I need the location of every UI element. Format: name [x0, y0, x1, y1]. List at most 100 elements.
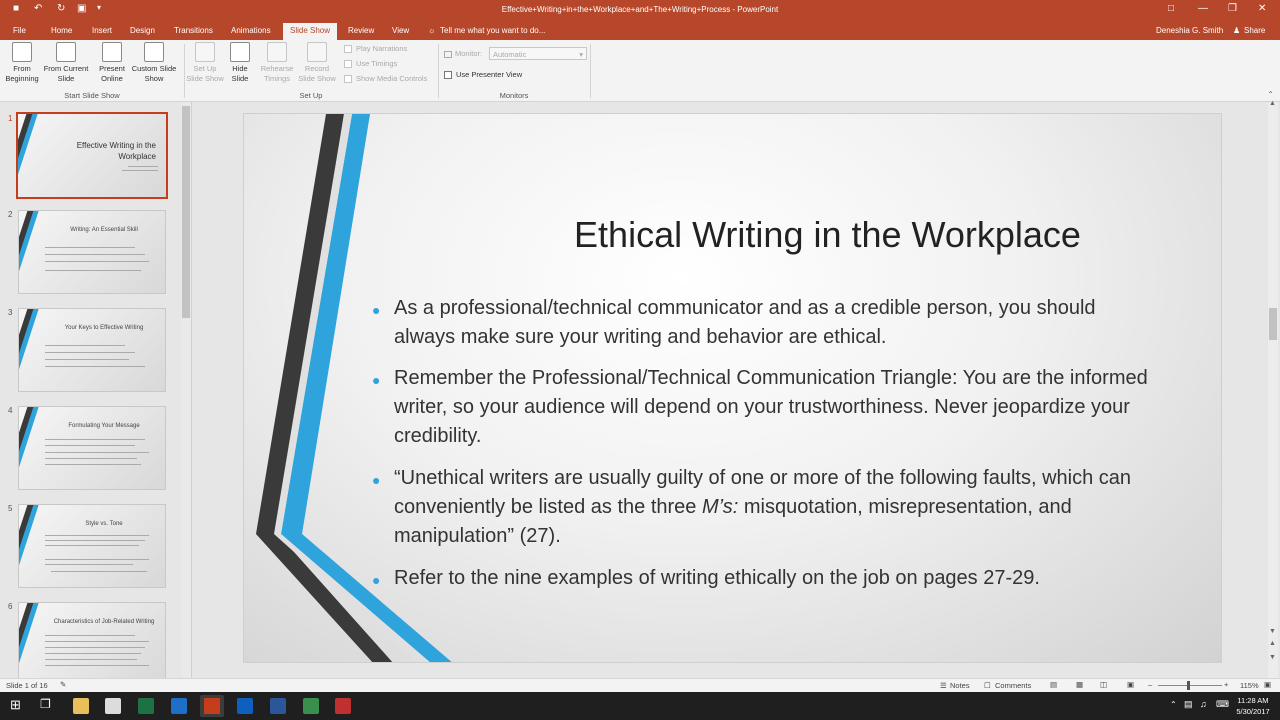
- tell-me-box[interactable]: Tell me what you want to do...: [440, 26, 545, 35]
- scroll-thumb[interactable]: [1269, 308, 1277, 340]
- group-start-slideshow-label: Start Slide Show: [64, 91, 120, 100]
- collapse-ribbon-icon[interactable]: ⌃: [1267, 90, 1274, 99]
- present-online-button[interactable]: Present Online: [95, 42, 129, 84]
- app-icon[interactable]: [303, 698, 319, 714]
- slideshow-view-icon[interactable]: ▣: [1127, 680, 1134, 689]
- show-media-label: Show Media Controls: [356, 74, 428, 83]
- keyboard-icon[interactable]: ⌨: [1216, 699, 1229, 710]
- bullet-dot-icon: ●: [372, 472, 381, 488]
- task-view-icon[interactable]: ❐: [40, 697, 51, 711]
- edge-icon[interactable]: [171, 698, 187, 714]
- thumbnail-scrollbar[interactable]: [181, 102, 191, 678]
- close-icon[interactable]: ✕: [1258, 3, 1266, 14]
- chevron-down-icon[interactable]: ▼: [1269, 628, 1276, 635]
- tray-chevron-icon[interactable]: ⌃: [1170, 700, 1177, 709]
- clock[interactable]: 11:28 AM 5/30/2017: [1232, 695, 1274, 717]
- outlook-icon[interactable]: [237, 698, 253, 714]
- show-media-checkbox[interactable]: Show Media Controls: [344, 74, 428, 84]
- thumb-text-line: [122, 170, 158, 171]
- comments-button[interactable]: Comments: [995, 681, 1031, 690]
- zoom-slider[interactable]: [1158, 685, 1222, 686]
- tab-transitions[interactable]: Transitions: [174, 26, 213, 35]
- spellcheck-icon[interactable]: ✎: [60, 680, 66, 689]
- zoom-out-button[interactable]: –: [1148, 680, 1152, 689]
- slide-thumbnail-3[interactable]: Your Keys to Effective Writing: [18, 308, 166, 392]
- thumb-text-line: [45, 653, 141, 654]
- slide-sorter-icon[interactable]: ▦: [1076, 680, 1083, 689]
- network-icon[interactable]: ▤: [1184, 699, 1193, 710]
- slide-thumbnail-2[interactable]: Writing: An Essential Skill: [18, 210, 166, 294]
- current-slide[interactable]: Ethical Writing in the Workplace ● As a p…: [243, 113, 1222, 663]
- bullet-item[interactable]: ● Refer to the nine examples of writing e…: [372, 564, 1161, 593]
- group-divider: [438, 44, 439, 98]
- scroll-thumb[interactable]: [182, 106, 190, 318]
- share-button[interactable]: Share: [1244, 26, 1265, 35]
- volume-icon[interactable]: ♫: [1200, 699, 1207, 709]
- hide-slide-button[interactable]: Hide Slide: [226, 42, 254, 84]
- zoom-level[interactable]: 115%: [1240, 681, 1259, 690]
- checkbox-box: [344, 45, 352, 54]
- slide-thumbnail-4[interactable]: Formulating Your Message: [18, 406, 166, 490]
- group-monitors-label: Monitors: [499, 91, 529, 100]
- powerpoint-taskbar-button[interactable]: [200, 695, 224, 717]
- chevron-down-icon: ▾: [579, 50, 583, 59]
- slide-thumbnail-6[interactable]: Characteristics of Job-Related Writing: [18, 602, 166, 678]
- zoom-in-button[interactable]: +: [1224, 680, 1228, 689]
- bullet-dot-icon: ●: [372, 372, 381, 388]
- play-narrations-checkbox[interactable]: Play Narrations: [344, 44, 407, 54]
- use-timings-checkbox[interactable]: Use Timings: [344, 59, 397, 69]
- slide-title[interactable]: Ethical Writing in the Workplace: [444, 214, 1211, 256]
- normal-view-icon[interactable]: ▤: [1050, 680, 1057, 689]
- tab-slide-show[interactable]: Slide Show: [283, 23, 338, 40]
- thumb-number: 1: [8, 114, 13, 123]
- group-setup-label: Set Up: [299, 91, 323, 100]
- reading-view-icon[interactable]: ◫: [1100, 680, 1107, 689]
- windows-start-icon[interactable]: ⊞: [10, 697, 21, 713]
- slide-thumbnail-1[interactable]: Effective Writing in the Workplace: [16, 112, 168, 199]
- tab-insert[interactable]: Insert: [92, 26, 112, 35]
- tab-file[interactable]: File: [13, 26, 26, 35]
- tab-review[interactable]: Review: [348, 26, 374, 35]
- tab-home[interactable]: Home: [51, 26, 72, 35]
- bullet-item[interactable]: ● As a professional/technical communicato…: [372, 294, 1161, 352]
- window-title: Effective+Writing+in+the+Workplace+and+T…: [501, 5, 779, 14]
- tab-view[interactable]: View: [392, 26, 409, 35]
- bullet-text: Refer to the nine examples of writing et…: [394, 567, 1040, 589]
- slide-thumbnail-pane[interactable]: 1 Effective Writing in the Workplace 2 W…: [0, 102, 192, 678]
- record-show-button[interactable]: Record Slide Show: [296, 42, 338, 84]
- minimize-icon[interactable]: —: [1198, 3, 1208, 14]
- thumb-text-line: [45, 270, 141, 271]
- notes-button[interactable]: Notes: [950, 681, 970, 690]
- thumb-number: 5: [8, 504, 13, 513]
- tab-animations[interactable]: Animations: [231, 26, 271, 35]
- zoom-slider-thumb[interactable]: [1187, 681, 1190, 690]
- previous-slide-icon[interactable]: ▲: [1269, 640, 1276, 647]
- from-current-button[interactable]: From Current Slide: [42, 42, 90, 84]
- chevron-up-icon[interactable]: ▲: [1269, 100, 1276, 107]
- use-presenter-checkbox[interactable]: Use Presenter View: [444, 70, 522, 80]
- ribbon: From Beginning From Current Slide Presen…: [0, 40, 1280, 102]
- recorder-icon[interactable]: [335, 698, 351, 714]
- slide-scrollbar[interactable]: ▲ ▼ ▲ ▼: [1268, 100, 1278, 678]
- word-icon[interactable]: [270, 698, 286, 714]
- file-explorer-icon[interactable]: [73, 698, 89, 714]
- thumb-text-line: [45, 635, 135, 636]
- user-name[interactable]: Deneshia G. Smith: [1156, 26, 1223, 35]
- bullet-item[interactable]: ● “Unethical writers are usually guilty o…: [372, 464, 1161, 551]
- from-beginning-button[interactable]: From Beginning: [4, 42, 40, 84]
- fit-slide-icon[interactable]: ▣: [1264, 680, 1271, 689]
- excel-icon[interactable]: [138, 698, 154, 714]
- tab-design[interactable]: Design: [130, 26, 155, 35]
- monitor-select[interactable]: Automatic ▾: [489, 47, 587, 60]
- thumb-text-line: [45, 535, 149, 536]
- maximize-icon[interactable]: ❐: [1228, 3, 1237, 14]
- thumb-text-line: [45, 545, 139, 546]
- custom-show-button[interactable]: Custom Slide Show: [130, 42, 178, 84]
- store-icon[interactable]: [105, 698, 121, 714]
- setup-show-button[interactable]: Set Up Slide Show: [186, 42, 224, 84]
- bullet-item[interactable]: ● Remember the Professional/Technical Com…: [372, 364, 1161, 451]
- rehearse-timings-button[interactable]: Rehearse Timings: [258, 42, 296, 84]
- ribbon-options-icon[interactable]: □: [1168, 3, 1174, 14]
- slide-thumbnail-5[interactable]: Style vs. Tone: [18, 504, 166, 588]
- next-slide-icon[interactable]: ▼: [1269, 654, 1276, 661]
